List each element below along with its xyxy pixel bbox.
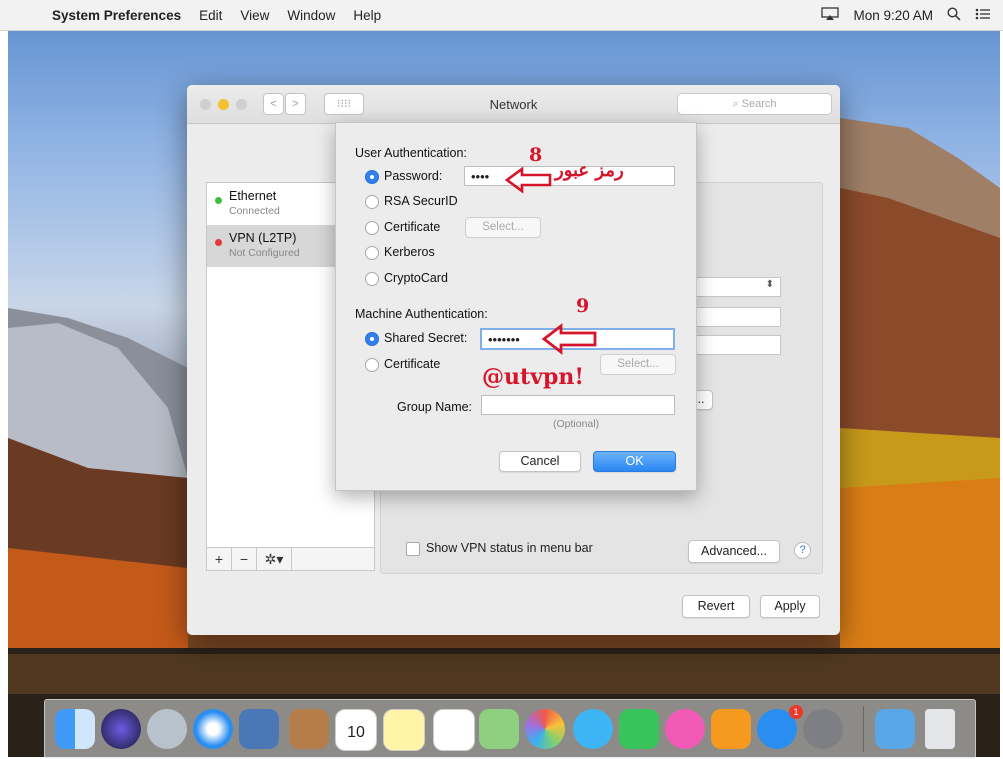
siri-icon[interactable]: [101, 709, 141, 749]
mail-icon[interactable]: [239, 709, 279, 749]
search-field[interactable]: ⌕ Search: [677, 93, 832, 115]
remove-service-button[interactable]: −: [232, 548, 257, 570]
ok-button[interactable]: OK: [593, 451, 676, 472]
service-status: Not Configured: [229, 247, 300, 259]
annotation-arrow-password-icon: [505, 166, 552, 194]
radio-password[interactable]: [365, 170, 379, 184]
search-icon: ⌕: [732, 98, 742, 110]
dock-divider: [863, 706, 864, 752]
itunes-icon[interactable]: [665, 709, 705, 749]
machine-certificate-select-button[interactable]: Select...: [600, 354, 676, 375]
dock: 10 1: [44, 699, 976, 759]
app-store-badge: 1: [789, 705, 803, 719]
spotlight-search-icon[interactable]: [947, 6, 961, 24]
downloads-icon[interactable]: [875, 709, 915, 749]
add-service-button[interactable]: +: [207, 548, 232, 570]
status-dot-red: [215, 239, 222, 246]
radio-certificate[interactable]: [365, 221, 379, 235]
search-placeholder: Search: [741, 98, 777, 110]
revert-button[interactable]: Revert: [682, 595, 750, 618]
machine-auth-heading: Machine Authentication:: [355, 307, 488, 321]
radio-password-label: Password:: [384, 169, 443, 183]
radio-cryptocard[interactable]: [365, 272, 379, 286]
annotation-step-8: 8: [529, 144, 543, 166]
window-titlebar: < > ⁝⁝⁝⁝ Network ⌕ Search: [187, 85, 840, 124]
radio-kerberos-label: Kerberos: [384, 245, 435, 259]
safari-icon[interactable]: [193, 709, 233, 749]
service-name: VPN (L2TP): [229, 231, 297, 245]
status-dot-green: [215, 197, 222, 204]
radio-machine-certificate[interactable]: [365, 358, 379, 372]
show-vpn-label: Show VPN status in menu bar: [426, 541, 593, 555]
menu-bar: System Preferences Edit View Window Help…: [0, 0, 1003, 31]
notes-icon[interactable]: [383, 709, 425, 751]
radio-shared-secret[interactable]: [365, 332, 379, 346]
gear-icon[interactable]: ✲▾: [257, 548, 292, 570]
calendar-icon[interactable]: 10: [335, 709, 377, 751]
launchpad-icon[interactable]: [147, 709, 187, 749]
radio-machine-certificate-label: Certificate: [384, 357, 441, 371]
help-button[interactable]: ?: [794, 542, 811, 559]
group-name-label: Group Name:: [397, 400, 473, 414]
group-name-field[interactable]: [481, 395, 675, 415]
trash-icon[interactable]: [925, 709, 955, 749]
cancel-button[interactable]: Cancel: [499, 451, 581, 472]
maps-icon[interactable]: [479, 709, 519, 749]
certificate-select-button[interactable]: Select...: [465, 217, 541, 238]
radio-certificate-label: Certificate: [384, 220, 441, 234]
radio-cryptocard-label: CryptoCard: [384, 271, 448, 285]
user-auth-heading: User Authentication:: [355, 146, 467, 160]
radio-kerberos[interactable]: [365, 246, 379, 260]
shared-secret-value: •••••••: [488, 332, 520, 347]
account-name-field[interactable]: [689, 335, 781, 355]
radio-rsa-securid[interactable]: [365, 195, 379, 209]
updown-chevron-icon: ⬍: [765, 279, 774, 290]
annotation-arrow-secret-icon: [542, 323, 597, 355]
optional-note: (Optional): [553, 418, 600, 430]
messages-icon[interactable]: [573, 709, 613, 749]
finder-icon[interactable]: [55, 709, 95, 749]
password-value: ••••: [471, 169, 490, 184]
show-vpn-checkbox[interactable]: [406, 542, 420, 556]
photos-icon[interactable]: [525, 709, 565, 749]
configuration-popup[interactable]: ⬍: [689, 277, 781, 297]
reminders-icon[interactable]: [433, 709, 475, 751]
menu-view[interactable]: View: [240, 8, 269, 23]
annotation-arabic-password: رمز عبور: [555, 160, 624, 181]
system-preferences-icon[interactable]: [803, 709, 843, 749]
airplay-icon[interactable]: [821, 6, 840, 24]
server-address-field[interactable]: [689, 307, 781, 327]
radio-rsa-label: RSA SecurID: [384, 194, 458, 208]
annotation-step-9: 9: [576, 295, 590, 317]
contacts-icon[interactable]: [289, 709, 329, 749]
advanced-button[interactable]: Advanced...: [688, 540, 780, 563]
service-name: Ethernet: [229, 189, 277, 203]
facetime-icon[interactable]: [619, 709, 659, 749]
menu-app-name[interactable]: System Preferences: [52, 8, 181, 23]
apply-button[interactable]: Apply: [760, 595, 820, 618]
service-status: Connected: [229, 205, 280, 217]
ibooks-icon[interactable]: [711, 709, 751, 749]
menu-clock[interactable]: Mon 9:20 AM: [853, 8, 933, 23]
menu-edit[interactable]: Edit: [199, 8, 222, 23]
menu-window[interactable]: Window: [287, 8, 335, 23]
annotation-handle: @utvpn!: [482, 364, 584, 390]
radio-shared-secret-label: Shared Secret:: [384, 331, 468, 345]
notification-center-icon[interactable]: [975, 8, 991, 23]
menu-help[interactable]: Help: [353, 8, 381, 23]
service-list-toolbar: + − ✲▾: [206, 547, 375, 571]
